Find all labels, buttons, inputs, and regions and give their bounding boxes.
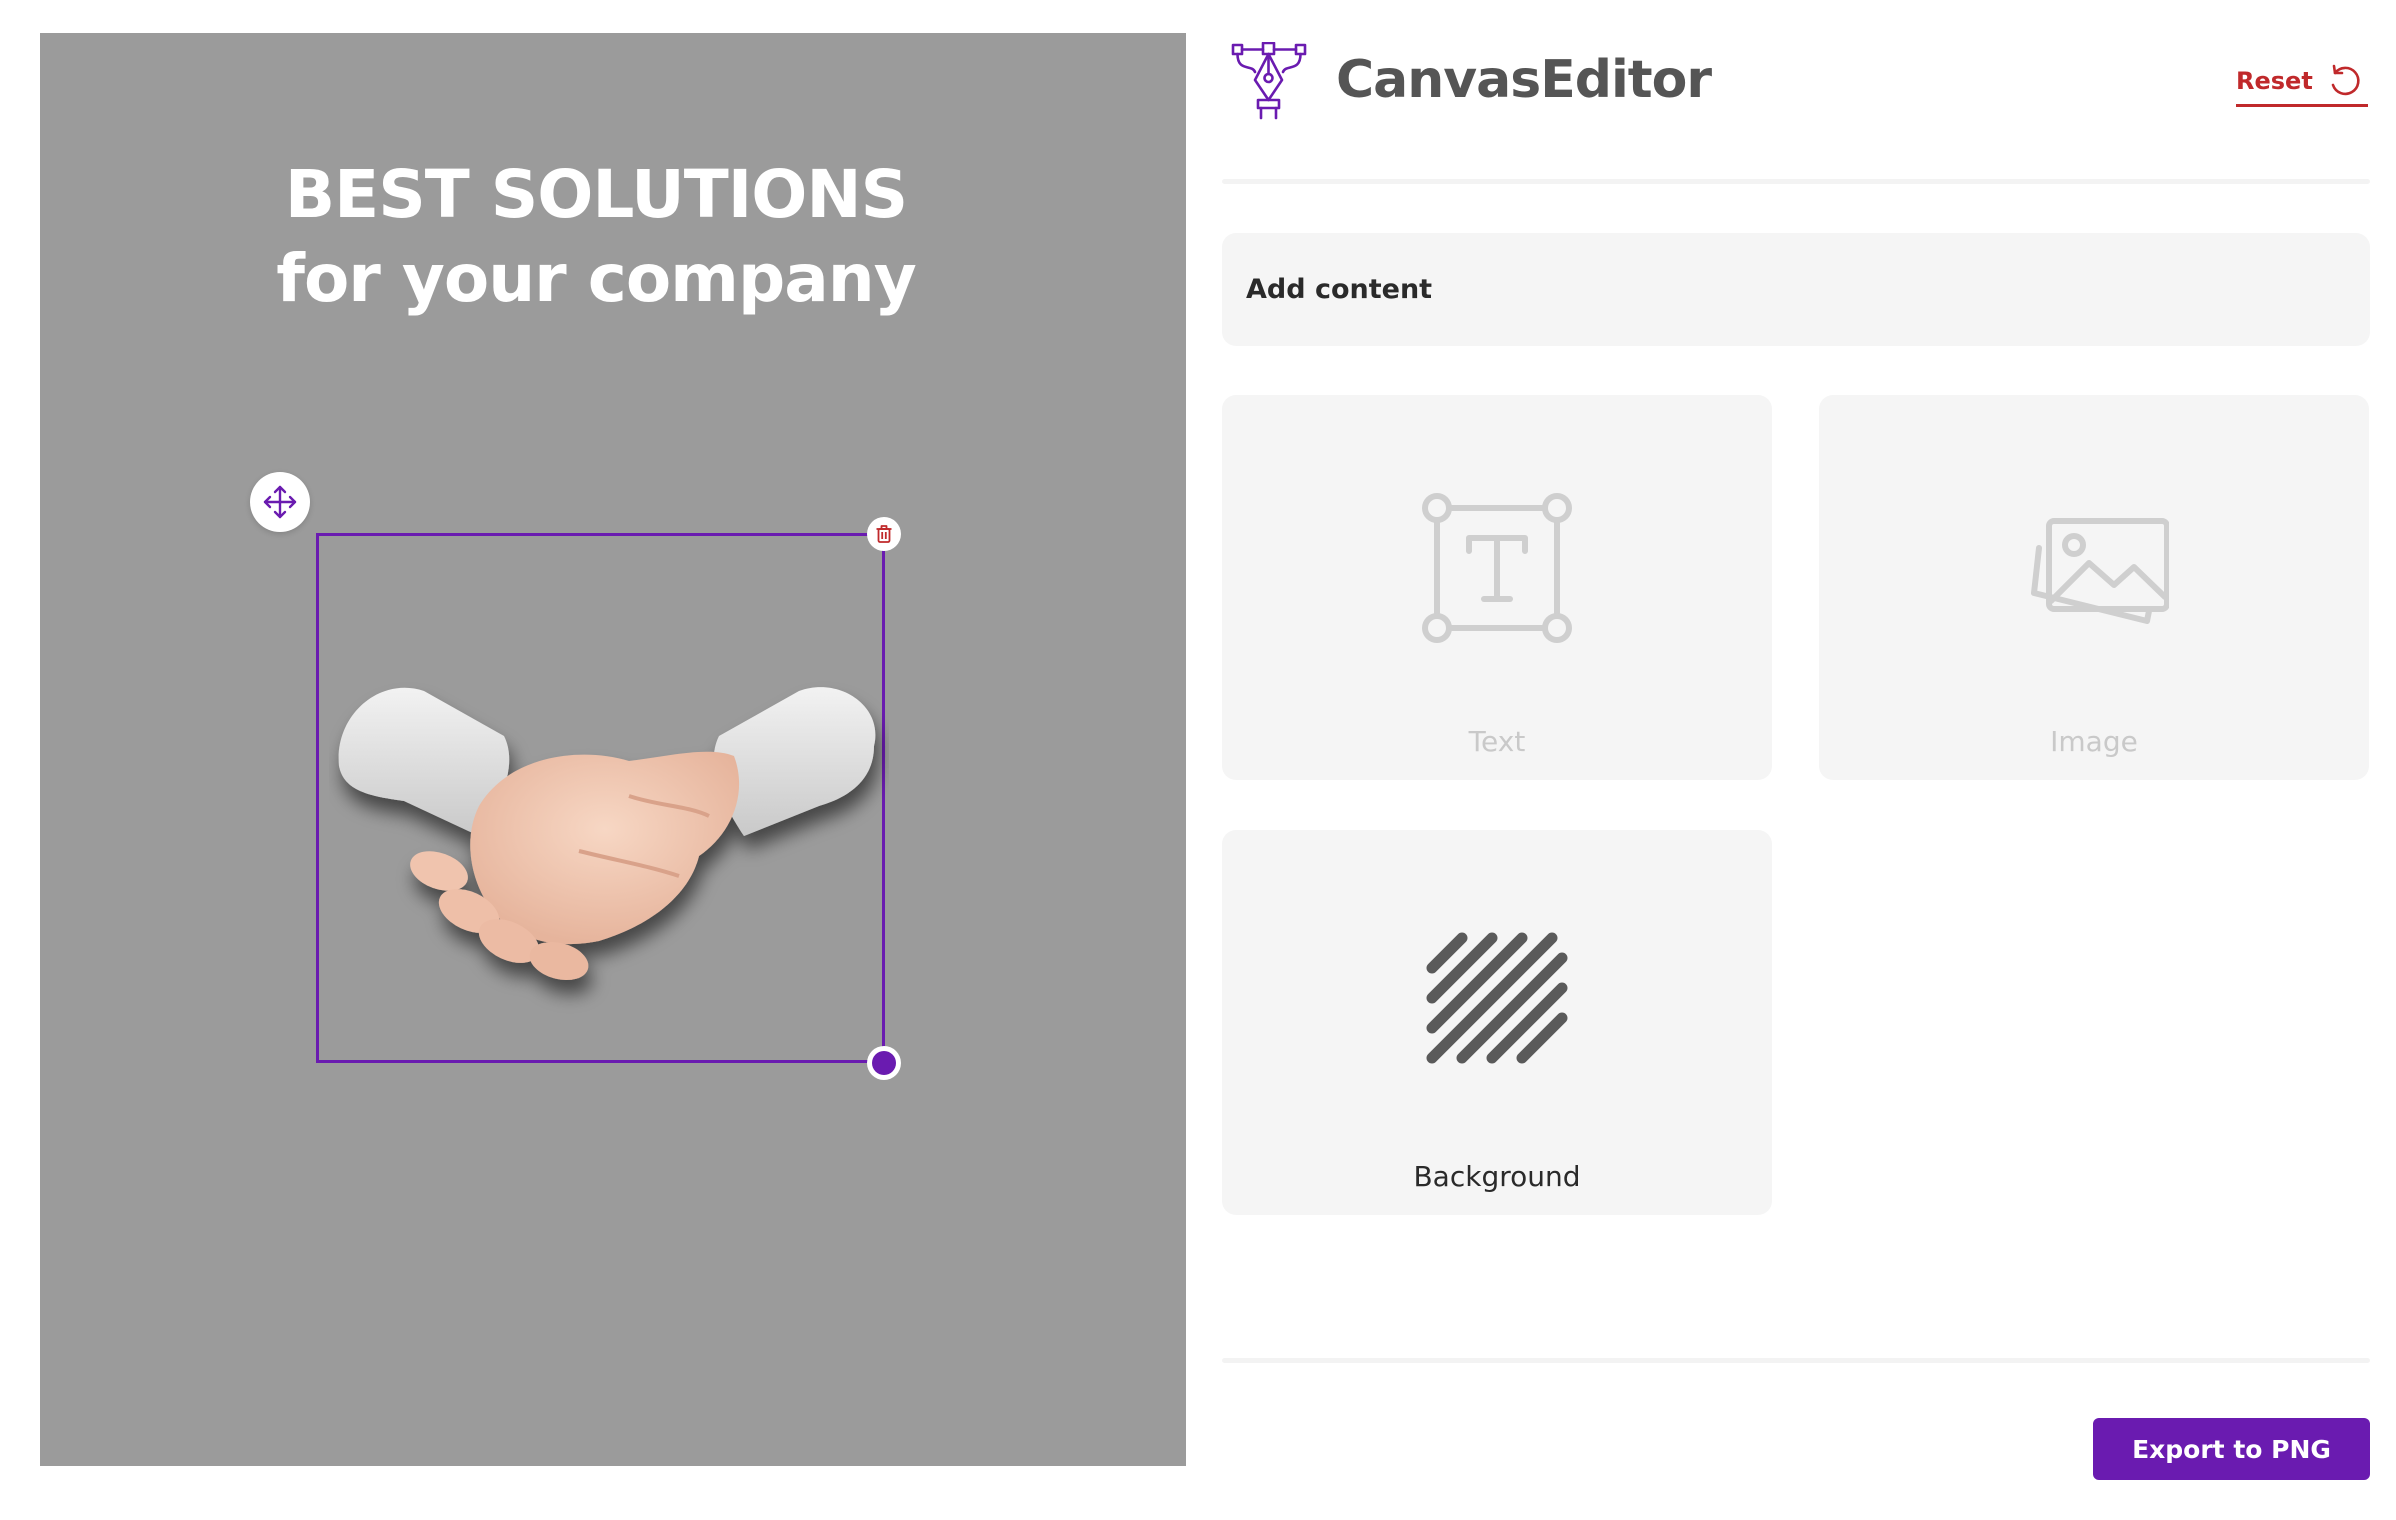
move-arrows-icon: [263, 485, 297, 519]
canvas-area[interactable]: BEST SOLUTIONS for your company: [40, 33, 1186, 1466]
app-title: CanvasEditor: [1336, 50, 1712, 110]
footer-divider: [1222, 1358, 2370, 1363]
export-png-button[interactable]: Export to PNG: [2093, 1418, 2370, 1480]
add-text-label: Text: [1468, 725, 1526, 758]
handshake-image[interactable]: [329, 596, 889, 1016]
image-icon: [2031, 518, 2169, 624]
resize-handle-dot: [872, 1051, 896, 1075]
text-box-icon: [1422, 493, 1572, 643]
add-image-label: Image: [2050, 725, 2138, 758]
canvas-heading-text[interactable]: BEST SOLUTIONS for your company: [40, 153, 1152, 321]
trash-icon: [876, 525, 892, 543]
add-background-tile[interactable]: Background: [1222, 830, 1772, 1215]
header-divider: [1222, 179, 2370, 184]
add-background-label: Background: [1413, 1160, 1581, 1193]
add-text-tile[interactable]: Text: [1222, 395, 1772, 780]
undo-icon: [2331, 64, 2360, 96]
reset-button[interactable]: Reset: [2236, 58, 2368, 107]
add-content-title: Add content: [1246, 274, 1433, 305]
canvas-heading-line-2: for your company: [276, 240, 917, 317]
move-handle[interactable]: [250, 472, 310, 532]
stripes-icon: [1426, 932, 1568, 1064]
reset-label: Reset: [2236, 67, 2313, 95]
add-image-tile[interactable]: Image: [1819, 395, 2369, 780]
delete-button[interactable]: [867, 517, 901, 551]
canvas-heading-line-1: BEST SOLUTIONS: [284, 156, 908, 233]
pen-tool-icon: [1231, 42, 1307, 120]
image-selection-frame[interactable]: [316, 533, 885, 1063]
add-content-header: Add content: [1222, 233, 2370, 346]
resize-handle[interactable]: [867, 1046, 901, 1080]
